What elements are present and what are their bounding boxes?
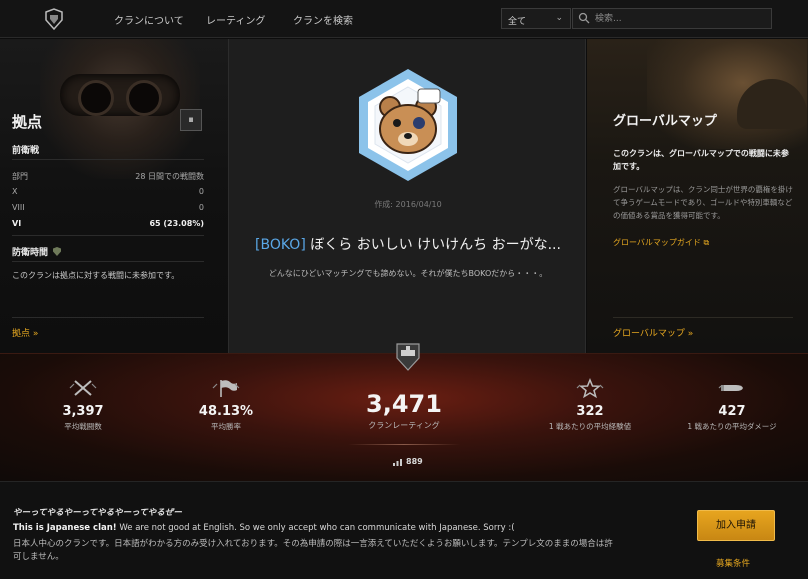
clan-emblem: [359, 69, 457, 181]
clan-info-panel: 作成: 2016/04/10 [BOKO] ぼくら おいしい けいけんち おーが…: [228, 39, 586, 353]
recruitment-english-text: This is Japanese clan! We are not good a…: [13, 523, 515, 533]
star-icon: [576, 378, 604, 398]
divider: [12, 261, 204, 262]
avg-damage-stat: 427 1 戦あたりの平均ダメージ: [680, 378, 784, 432]
avg-battles-stat: 3,397 平均戦闘数: [52, 378, 114, 432]
global-map-link[interactable]: グローバルマップ »: [613, 326, 693, 339]
flag-icon: [212, 380, 240, 397]
avg-damage-value: 427: [718, 404, 746, 419]
tier-label: VI: [12, 219, 22, 228]
clan-tag: [BOKO]: [255, 237, 306, 253]
nav-about-clans[interactable]: クランについて: [114, 12, 184, 27]
recruitment-english-rest: We are not good at English. So we only a…: [116, 523, 515, 533]
avg-xp-value: 322: [576, 404, 604, 419]
avg-damage-label: 1 戦あたりの平均ダメージ: [687, 422, 777, 431]
clan-title: [BOKO] ぼくら おいしい けいけんち おーがな...: [229, 234, 587, 254]
skirmish-heading: 前衛戦: [12, 146, 40, 156]
clan-stats-band: 3,397 平均戦闘数 48.13% 平均勝率 3,471 クランレーティング …: [0, 343, 808, 481]
rating-divider: [348, 444, 460, 445]
battles-column-header: 28 日間での戦闘数: [135, 172, 204, 181]
wot-emblem-icon: [396, 343, 420, 371]
search-filter-value: 全て: [508, 17, 527, 27]
tier-value: 0: [198, 187, 204, 196]
avg-battles-value: 3,397: [62, 404, 104, 419]
tier-value: 0: [198, 203, 204, 212]
divider: [12, 317, 204, 318]
search-input[interactable]: [595, 11, 765, 26]
defense-time-heading: 防衛時間: [12, 245, 62, 258]
tier-label: VIII: [12, 203, 25, 212]
avg-winrate-value: 48.13%: [198, 404, 254, 419]
divider: [12, 235, 204, 236]
avg-winrate-label: 平均勝率: [211, 422, 241, 431]
binoculars-art: [60, 74, 180, 116]
division-column-header: 部門: [12, 172, 28, 181]
avg-battles-label: 平均戦闘数: [64, 422, 102, 431]
avg-xp-label: 1 戦あたりの平均経験値: [548, 422, 632, 431]
recruitment-japanese-text: 日本人中心のクランです。日本語がわかる方のみ受け入れております。その為申請の際は…: [13, 539, 613, 562]
join-request-button[interactable]: 加入申請: [697, 510, 775, 541]
clan-created-date: 作成: 2016/04/10: [374, 200, 442, 209]
clan-recruitment-footer: やーってやるやーってやるやーってやるぜー This is Japanese cl…: [0, 481, 808, 579]
table-row: X 0: [12, 187, 204, 196]
search-filter-dropdown[interactable]: 全て ⌄: [501, 8, 571, 29]
global-map-title: グローバルマップ: [613, 114, 717, 129]
strongholds-link[interactable]: 拠点 »: [12, 326, 38, 339]
rank-bars-icon: [393, 459, 402, 466]
recruitment-conditions-link[interactable]: 募集条件: [716, 557, 750, 569]
crossed-swords-icon: [69, 380, 97, 396]
tier-value: 65 (23.08%): [149, 219, 204, 228]
global-map-status: このクランは、グローバルマップでの戦闘に未参加です。: [613, 149, 789, 171]
pause-button[interactable]: ⏸: [180, 109, 202, 131]
clan-rating-value: 3,471: [366, 390, 442, 418]
avg-xp-stat: 322 1 戦あたりの平均経験値: [538, 378, 642, 432]
table-header: 部門 28 日間での戦闘数: [12, 171, 204, 182]
global-map-guide-link[interactable]: グローバルマップガイド ⧉: [613, 237, 709, 248]
shell-icon: [718, 385, 743, 391]
clan-rating-label: クランレーティング: [368, 421, 440, 430]
defense-time-label: 防衛時間: [12, 248, 49, 258]
divider: [613, 317, 793, 318]
global-map-description: グローバルマップは、クラン同士が世界の覇権を掛けて争うゲームモードであり、ゴール…: [613, 185, 793, 220]
search-box: [572, 8, 772, 29]
chevron-down-icon: ⌄: [555, 13, 563, 23]
recruitment-title: やーってやるやーってやるやーってやるぜー: [13, 508, 182, 518]
search-icon: [578, 12, 590, 24]
strongholds-panel: 拠点 ⏸ 前衛戦 部門 28 日間での戦闘数 X 0 VIII 0 VI 65 …: [0, 39, 228, 353]
clan-motto: どんなにひどいマッチングでも諦めない。それが僕たちBOKOだから・・・。: [268, 269, 548, 278]
global-map-panel: グローバルマップ このクランは、グローバルマップでの戦闘に未参加です。 グローバ…: [587, 39, 808, 353]
strongholds-title: 拠点: [12, 113, 43, 131]
recruitment-english-bold: This is Japanese clan!: [13, 523, 117, 533]
clan-portal-logo-icon[interactable]: [43, 8, 65, 30]
clan-name: ぼくら おいしい けいけんち おーがな...: [305, 237, 561, 253]
table-row: VI 65 (23.08%): [12, 219, 204, 228]
clan-rank[interactable]: 889: [393, 457, 423, 466]
clan-rating-stat: 3,471 クランレーティング: [348, 390, 460, 431]
shield-icon[interactable]: [53, 247, 62, 256]
top-navigation: クランについて レーティング クランを検索 全て ⌄: [0, 0, 808, 38]
nav-search-clans[interactable]: クランを検索: [293, 12, 353, 27]
strongholds-note: このクランは拠点に対する戦闘に未参加です。: [12, 271, 180, 280]
table-row: VIII 0: [12, 203, 204, 212]
avg-winrate-stat: 48.13% 平均勝率: [195, 378, 257, 432]
tier-label: X: [12, 187, 18, 196]
clan-rank-value: 889: [406, 457, 423, 466]
nav-ratings[interactable]: レーティング: [206, 12, 265, 27]
divider: [12, 159, 204, 160]
